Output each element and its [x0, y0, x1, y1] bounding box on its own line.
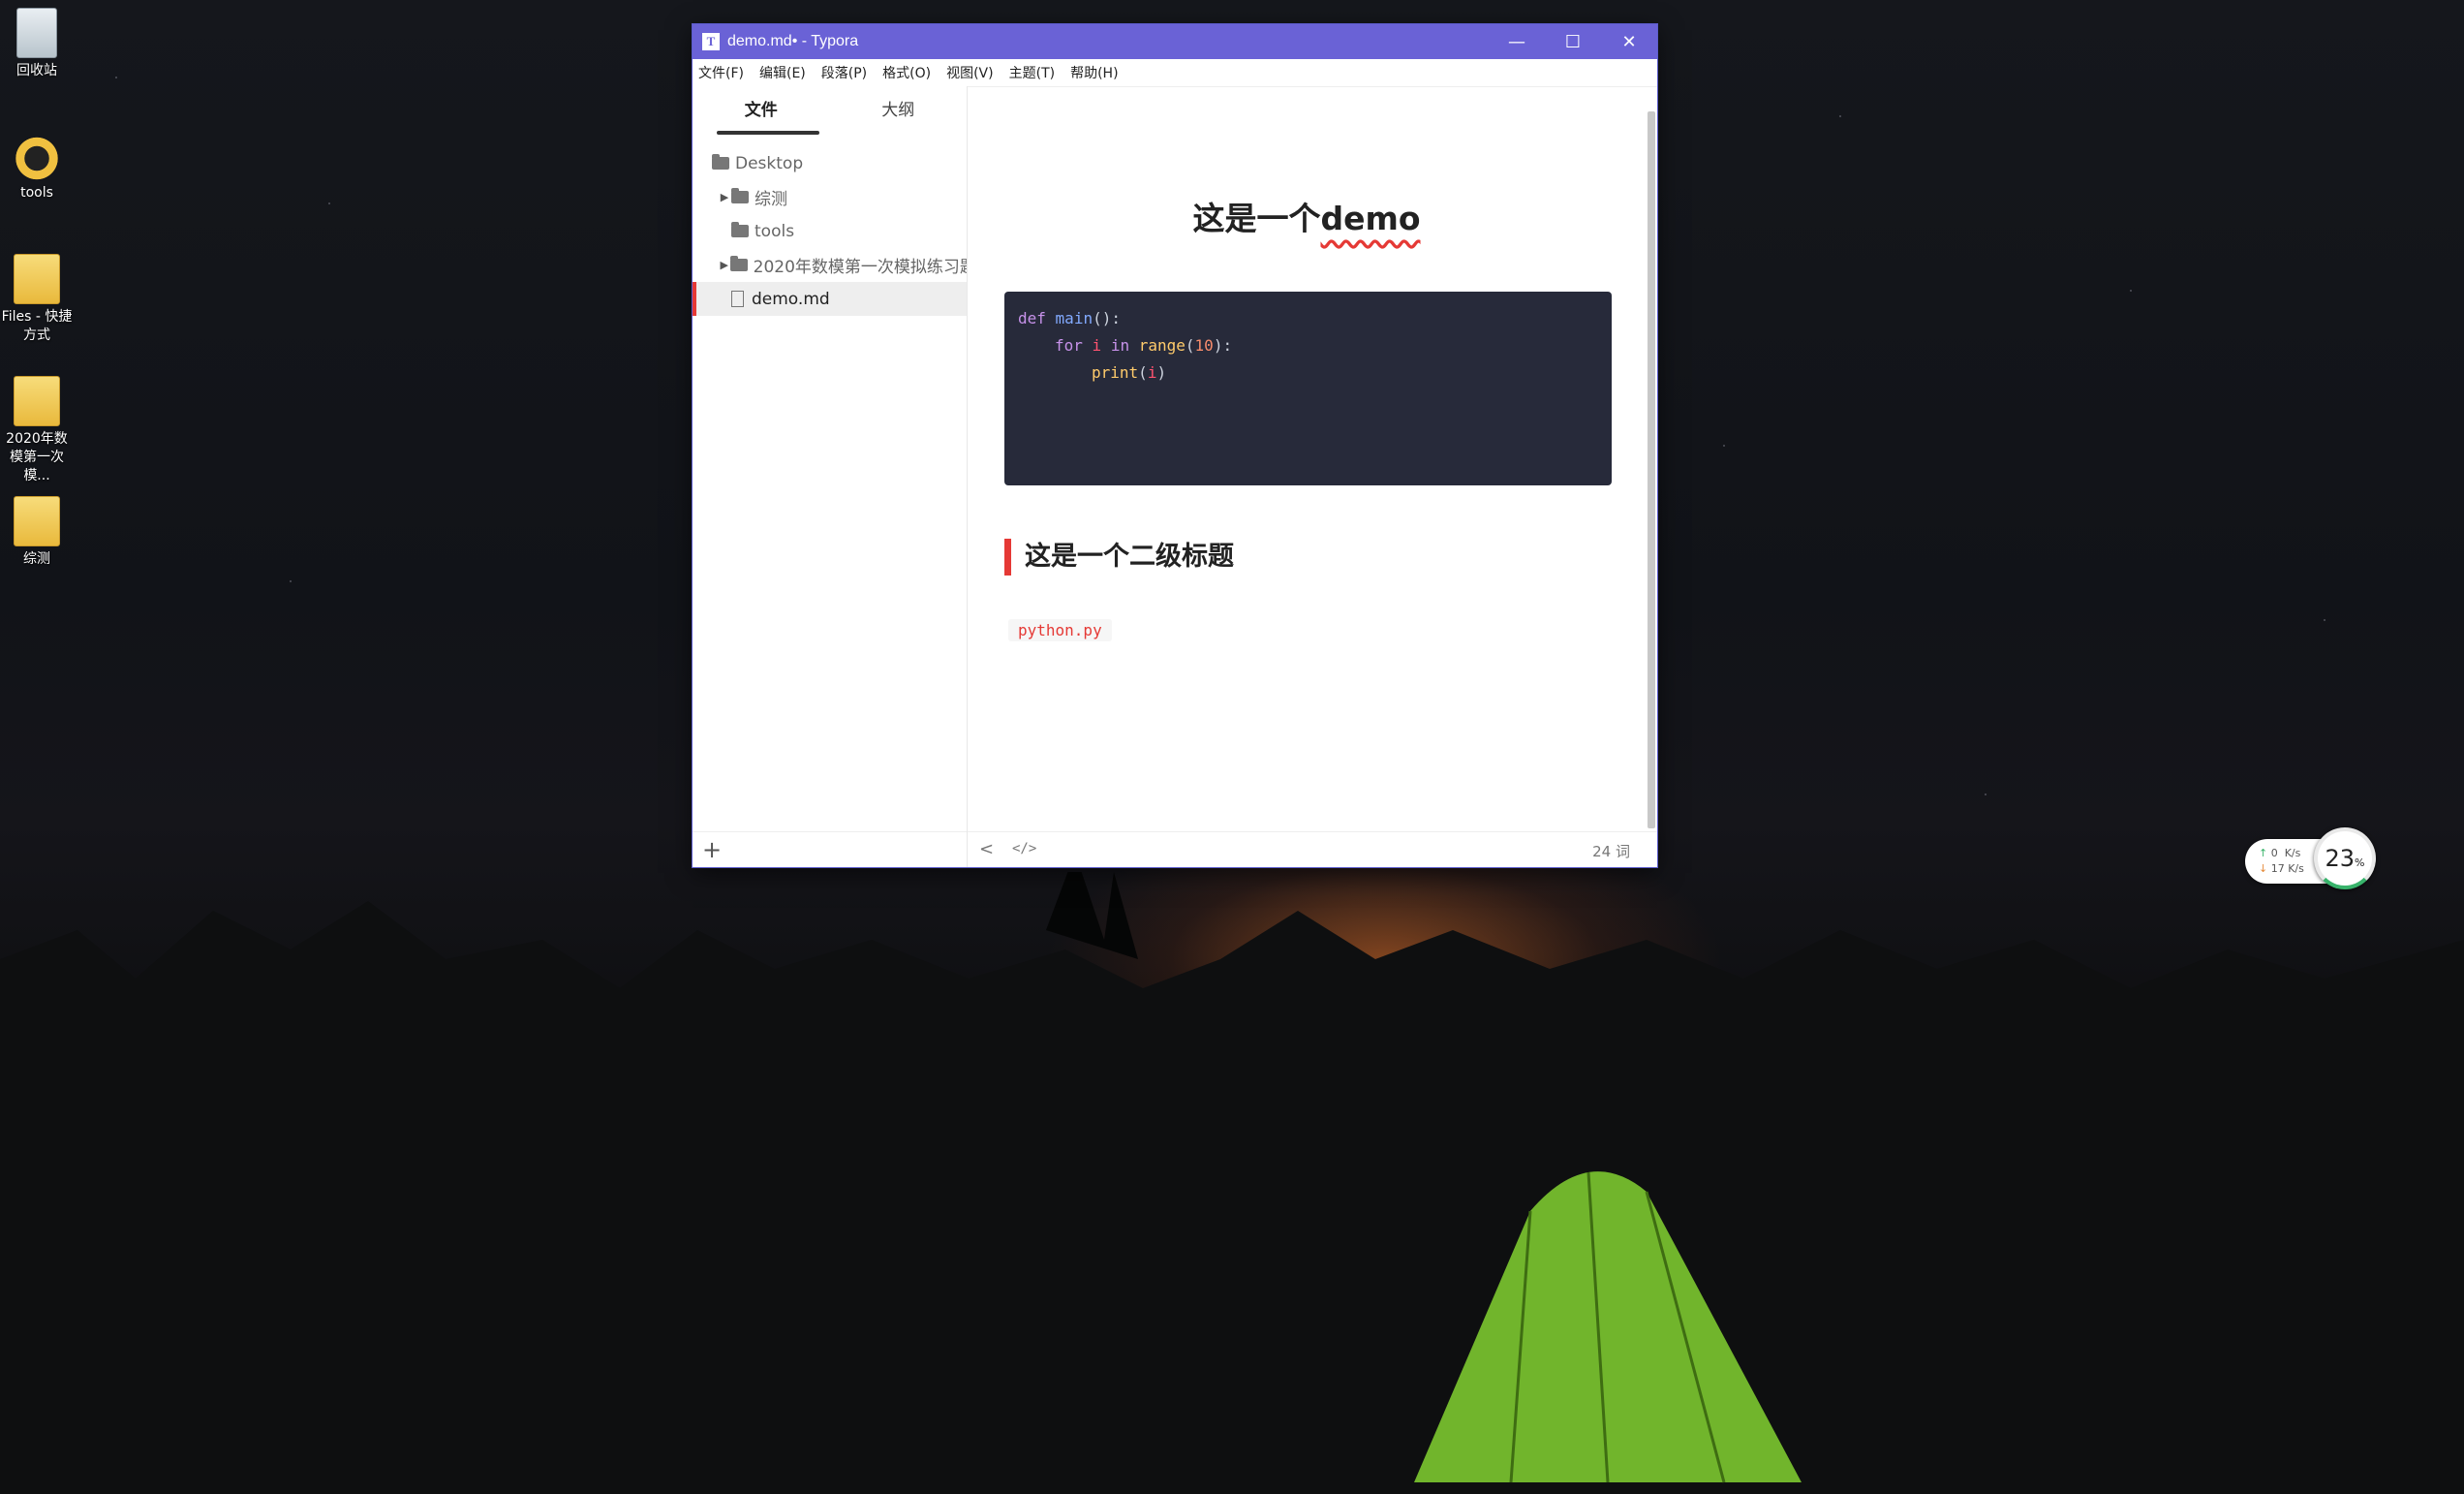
code-token-punct: (: [1138, 363, 1148, 382]
recycle-bin-icon: [16, 8, 57, 58]
folder-icon: [730, 256, 748, 271]
download-speed: ↓ 17 K/s: [2259, 862, 2304, 875]
tree-item-zongce[interactable]: ▶ 综测: [693, 180, 967, 214]
code-token-punct: ():: [1093, 309, 1121, 327]
editor-scrollbar[interactable]: [1648, 111, 1655, 828]
download-unit: K/s: [2288, 862, 2304, 875]
add-icon[interactable]: +: [702, 836, 722, 863]
upload-value: 0: [2270, 847, 2278, 859]
sidebar-tabs: 文件 大纲: [693, 86, 967, 137]
typora-app-icon: T: [702, 33, 720, 50]
inline-code[interactable]: python.py: [1008, 619, 1112, 641]
code-token-punct: (: [1185, 336, 1195, 355]
heading-2[interactable]: 这是一个二级标题: [1004, 539, 1234, 576]
qq-penguin-icon: [15, 132, 59, 180]
code-token-keyword: in: [1110, 336, 1130, 355]
source-mode-icon[interactable]: </>: [1012, 841, 1036, 856]
folder-icon: [14, 376, 60, 426]
menu-help[interactable]: 帮助(H): [1070, 63, 1118, 82]
sidebar-footer: +: [693, 831, 967, 867]
upload-unit: K/s: [2284, 847, 2301, 859]
code-token-builtin: print: [1092, 363, 1139, 382]
tab-outline[interactable]: 大纲: [830, 86, 968, 137]
menu-view[interactable]: 视图(V): [946, 63, 994, 82]
code-token-variable: i: [1147, 363, 1157, 382]
desktop-icon-recycle-bin[interactable]: 回收站: [0, 8, 74, 80]
tree-item-desktop[interactable]: Desktop: [693, 146, 967, 180]
tree-item-demo-md[interactable]: demo.md: [693, 282, 967, 316]
tree-item-label: 2020年数模第一次模拟练习题: [753, 258, 968, 277]
code-token-punct: ): [1156, 363, 1167, 382]
menu-edit[interactable]: 编辑(E): [759, 63, 806, 82]
folder-icon: [731, 188, 749, 203]
sidebar: 文件 大纲 Desktop ▶ 综测 tools ▶ 2020年数模第一次模拟练…: [693, 86, 968, 867]
folder-icon: [712, 154, 729, 170]
desktop-icon-label: tools: [20, 185, 53, 201]
desktop-icon-label: 综测: [23, 551, 50, 567]
menu-theme[interactable]: 主题(T): [1009, 63, 1055, 82]
folder-icon: [731, 222, 749, 237]
desktop-icon-files-shortcut[interactable]: Files - 快捷方式: [0, 254, 74, 345]
expand-arrow-icon[interactable]: ▶: [718, 259, 730, 271]
menu-format[interactable]: 格式(O): [882, 63, 931, 82]
tree-item-label: 综测: [755, 190, 787, 209]
code-block[interactable]: def main(): for i in range(10): print(i): [1004, 292, 1612, 485]
wallpaper-mountains: [0, 872, 2464, 1494]
download-arrow-icon: ↓: [2259, 862, 2268, 875]
upload-arrow-icon: ↑: [2259, 847, 2268, 859]
code-token-variable: i: [1092, 336, 1102, 355]
folder-shortcut-icon: [14, 254, 60, 304]
desktop-icon-zongce[interactable]: 综测: [0, 496, 74, 569]
expand-arrow-icon[interactable]: ▶: [718, 191, 731, 203]
toggle-sidebar-icon[interactable]: <: [979, 839, 994, 859]
menu-paragraph[interactable]: 段落(P): [821, 63, 867, 82]
code-line-2: for i in range(10):: [1018, 332, 1598, 359]
code-token-number: 10: [1194, 336, 1214, 355]
file-tree: Desktop ▶ 综测 tools ▶ 2020年数模第一次模拟练习题 dem…: [693, 146, 967, 316]
wallpaper-tent: [1414, 1171, 1802, 1483]
download-value: 17: [2270, 862, 2285, 875]
tree-item-2020-folder[interactable]: ▶ 2020年数模第一次模拟练习题: [693, 248, 967, 282]
menu-bar: 文件(F) 编辑(E) 段落(P) 格式(O) 视图(V) 主题(T) 帮助(H…: [693, 59, 1657, 87]
tree-item-label: tools: [755, 221, 795, 241]
typora-window: T demo.md• - Typora — ☐ ✕ 文件(F) 编辑(E) 段落…: [693, 24, 1657, 867]
code-line-1: def main():: [1018, 305, 1598, 332]
tree-item-label: Desktop: [735, 153, 804, 173]
heading-1[interactable]: 这是一个demo: [968, 193, 1646, 239]
cpu-percent-unit: %: [2355, 856, 2365, 869]
tab-files[interactable]: 文件: [693, 86, 830, 137]
file-icon: [731, 291, 744, 307]
code-line-3: print(i): [1018, 359, 1598, 387]
code-token-keyword: for: [1055, 336, 1083, 355]
tree-item-tools[interactable]: tools: [693, 214, 967, 248]
code-token-builtin: range: [1138, 336, 1186, 355]
word-count[interactable]: 24 词: [1592, 841, 1630, 861]
desktop-icon-tools[interactable]: tools: [0, 132, 74, 202]
tree-item-label: demo.md: [752, 289, 830, 309]
desktop-icon-label: 回收站: [16, 63, 57, 78]
active-tab-indicator: [717, 131, 819, 135]
desktop-icon-label: 2020年数模第一次模...: [6, 431, 68, 483]
upload-speed: ↑ 0 K/s: [2259, 847, 2300, 859]
window-title: demo.md• - Typora: [727, 33, 859, 49]
code-token-punct: ):: [1213, 336, 1233, 355]
folder-icon: [14, 496, 60, 546]
menu-file[interactable]: 文件(F): [698, 63, 744, 82]
heading-1-text: 这是一个: [1192, 200, 1321, 237]
status-bar: < </> 24 词: [968, 831, 1657, 867]
spellcheck-word: demo: [1320, 200, 1421, 237]
desktop-icon-label: Files - 快捷方式: [1, 309, 73, 343]
minimize-button[interactable]: —: [1489, 24, 1545, 59]
editor-area[interactable]: 这是一个demo def main(): for i in range(10):…: [968, 86, 1646, 832]
maximize-button[interactable]: ☐: [1545, 24, 1601, 59]
cpu-percent: 23: [2325, 845, 2356, 872]
code-token-keyword: def: [1018, 309, 1046, 327]
code-token-function: main: [1055, 309, 1093, 327]
title-bar[interactable]: T demo.md• - Typora — ☐ ✕: [693, 24, 1657, 59]
cpu-usage-ring[interactable]: 23%: [2314, 827, 2376, 889]
close-button[interactable]: ✕: [1601, 24, 1657, 59]
desktop-icon-2020-folder[interactable]: 2020年数模第一次模...: [0, 376, 74, 485]
